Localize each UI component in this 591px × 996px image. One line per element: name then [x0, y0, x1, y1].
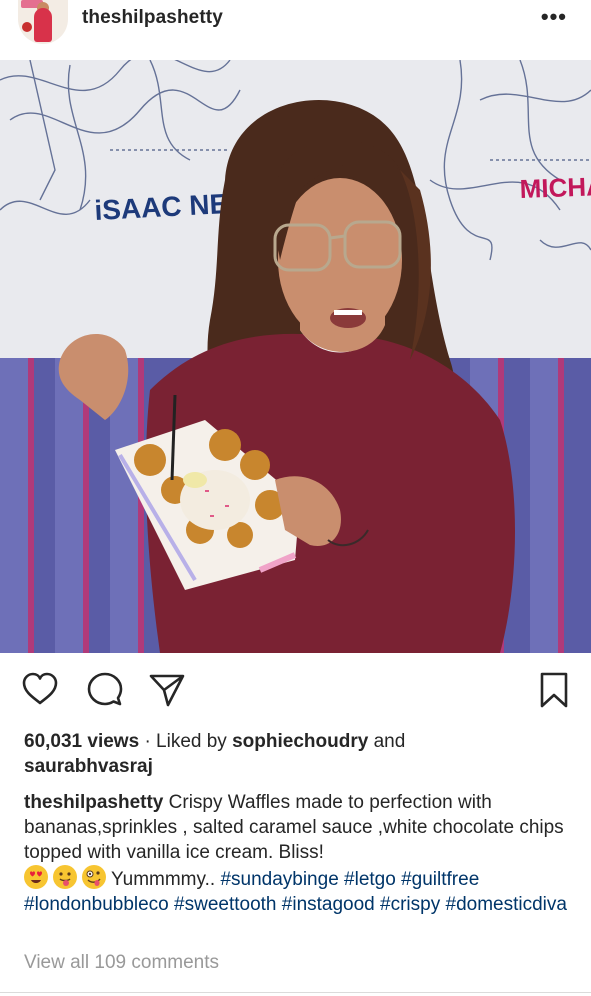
hashtag-link[interactable]: #londonbubbleco	[24, 894, 169, 915]
post-video[interactable]: iSAAC NEW MICHA	[0, 60, 591, 653]
heart-icon[interactable]	[20, 670, 60, 710]
post-caption: theshilpashetty Crispy Waffles made to p…	[24, 790, 572, 917]
hashtag-link[interactable]: #sundaybinge	[220, 869, 338, 890]
bookmark-icon[interactable]	[534, 670, 574, 710]
likes-line: 60,031 views · Liked by sophiechoudry an…	[24, 729, 564, 779]
hashtag-link[interactable]: #guiltfree	[401, 869, 479, 890]
hashtag-link[interactable]: #crispy	[380, 894, 440, 915]
heart-eyes-emoji	[24, 865, 48, 889]
tongue-out-emoji	[53, 865, 77, 889]
username-link[interactable]: theshilpashetty	[82, 7, 223, 29]
caption-text-2: Yummmmy..	[111, 869, 216, 890]
video-frame-illustration: iSAAC NEW MICHA	[0, 60, 591, 653]
liked-by-label: · Liked by	[144, 731, 227, 752]
liked-user-link-2[interactable]: saurabhvasraj	[24, 756, 153, 777]
divider	[0, 992, 591, 993]
caption-username[interactable]: theshilpashetty	[24, 792, 163, 813]
share-icon[interactable]	[147, 670, 187, 710]
views-count[interactable]: 60,031 views	[24, 731, 139, 752]
hashtag-link[interactable]: #sweettooth	[174, 894, 276, 915]
liked-user-link[interactable]: sophiechoudry	[232, 731, 368, 752]
hashtag-link[interactable]: #domesticdiva	[446, 894, 567, 915]
wall-name-right: MICHA	[519, 171, 591, 204]
hashtag-link[interactable]: #letgo	[344, 869, 396, 890]
view-all-comments-link[interactable]: View all 109 comments	[24, 952, 219, 974]
more-options-icon[interactable]: •••	[541, 4, 567, 30]
comment-icon[interactable]	[85, 670, 125, 710]
post-header: theshilpashetty •••	[0, 0, 591, 58]
and-label: and	[373, 731, 406, 752]
hashtag-link[interactable]: #instagood	[282, 894, 375, 915]
action-bar	[0, 670, 591, 710]
avatar[interactable]	[18, 0, 68, 44]
zany-face-emoji	[82, 865, 106, 889]
